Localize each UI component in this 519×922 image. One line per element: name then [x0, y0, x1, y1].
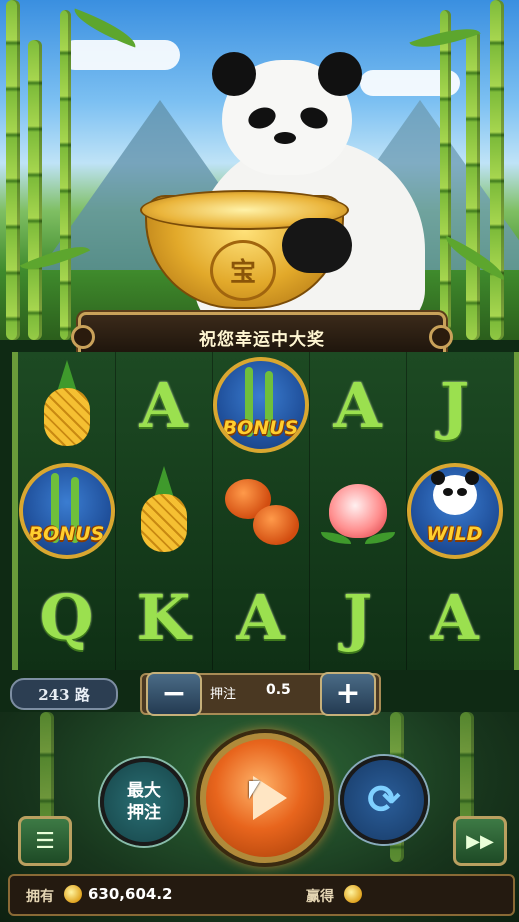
letter-q: Q	[39, 580, 94, 654]
fast-forward-icon: ▶▶	[466, 830, 494, 852]
symbol-letter: A	[309, 352, 406, 458]
bamboo-stalk	[466, 30, 480, 340]
persimmon-icon	[221, 471, 301, 551]
bet-decrease-button[interactable]: −	[146, 672, 202, 716]
bonus-badge-icon: BONUS	[18, 463, 115, 559]
bet-label: 押注	[210, 687, 237, 702]
bowl-treasure-mark: 宝	[210, 240, 276, 301]
letter-k: K	[136, 580, 191, 654]
symbol-bonus: BONUS	[18, 458, 115, 564]
symbol-letter: A	[115, 352, 212, 458]
reel-column: J WILD A	[406, 352, 503, 670]
max-bet-label-line2: 押注	[127, 803, 161, 823]
panda-eye	[245, 103, 279, 133]
reel-column: A J	[309, 352, 407, 670]
letter-j: J	[342, 580, 373, 654]
reel-column: BONUS Q	[18, 352, 116, 670]
bonus-label: BONUS	[28, 523, 105, 545]
letter-j: J	[439, 368, 470, 442]
coin-icon	[344, 885, 362, 903]
symbol-wild: WILD	[406, 458, 503, 564]
symbol-letter: K	[115, 564, 212, 670]
bamboo-stalk	[490, 0, 504, 340]
bet-value: 0.5	[266, 682, 291, 698]
panda-ear	[318, 52, 362, 96]
symbol-letter: J	[309, 564, 406, 670]
menu-icon: ☰	[35, 828, 55, 854]
bet-increase-button[interactable]: +	[320, 672, 376, 716]
ways-indicator: 243 路	[10, 678, 118, 710]
panda-arm	[282, 218, 352, 273]
bamboo-stalk	[440, 10, 451, 340]
symbol-letter: J	[406, 352, 503, 458]
panda-eye	[297, 103, 331, 133]
bamboo-stalk	[6, 0, 20, 340]
bamboo-stalk	[60, 10, 71, 340]
symbol-letter: A	[212, 564, 309, 670]
coin-icon	[64, 885, 82, 903]
reel-column: BONUS A	[212, 352, 310, 670]
background-scene: 宝	[0, 0, 519, 340]
peach-icon	[320, 484, 395, 544]
banner-text: 祝您幸运中大奖	[199, 329, 325, 350]
mouse-cursor	[249, 781, 260, 799]
balance-value: 630,604.2	[88, 885, 173, 903]
panda-nose	[274, 132, 296, 144]
pineapple-icon	[139, 466, 189, 556]
wild-badge-icon: WILD	[406, 463, 503, 559]
symbol-pineapple	[18, 352, 115, 458]
menu-button[interactable]: ☰	[18, 816, 72, 866]
letter-a: A	[333, 368, 382, 442]
banner-cap	[429, 325, 453, 349]
letter-a: A	[139, 368, 188, 442]
letter-a: A	[430, 580, 479, 654]
cloud	[60, 40, 180, 70]
status-bar: 拥有 630,604.2 赢得	[8, 874, 515, 916]
pineapple-icon	[42, 360, 92, 450]
panda-icon	[430, 471, 479, 515]
bonus-badge-icon: BONUS	[212, 357, 309, 453]
max-bet-button[interactable]: 最大 押注	[100, 758, 188, 846]
symbol-persimmon	[212, 458, 309, 564]
auto-spin-button[interactable]: ⟳	[340, 756, 428, 844]
bamboo-stalk	[28, 40, 42, 340]
letter-a: A	[236, 580, 285, 654]
reel-column: A K	[115, 352, 213, 670]
symbol-peach	[309, 458, 406, 564]
symbol-letter: A	[406, 564, 503, 670]
reel-grid: BONUS Q A K BONUS A A J J WILD A	[12, 352, 519, 670]
symbol-bonus: BONUS	[212, 352, 309, 458]
symbol-letter: Q	[18, 564, 115, 670]
balance-label: 拥有	[26, 889, 54, 905]
panda-ear	[212, 52, 256, 96]
win-label: 赢得	[306, 889, 334, 905]
max-bet-label-line1: 最大	[127, 781, 161, 801]
bonus-label: BONUS	[222, 417, 299, 439]
spin-button[interactable]	[200, 733, 330, 863]
symbol-pineapple	[115, 458, 212, 564]
panda-head	[212, 52, 362, 175]
banner-cap	[71, 325, 95, 349]
turbo-button[interactable]: ▶▶	[453, 816, 507, 866]
refresh-icon: ⟳	[367, 777, 401, 823]
wild-label: WILD	[426, 523, 483, 545]
